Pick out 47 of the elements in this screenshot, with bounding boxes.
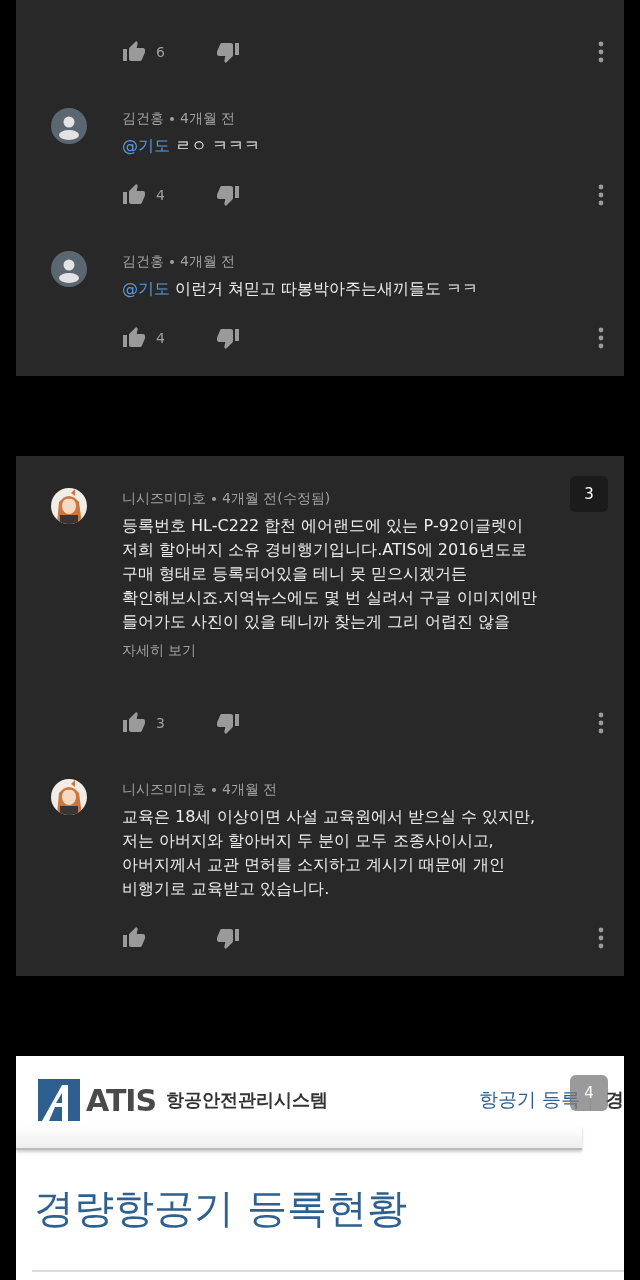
avatar-icon bbox=[51, 251, 87, 287]
system-name: 항공안전관리시스템 bbox=[166, 1088, 329, 1112]
like-count: 4 bbox=[155, 187, 166, 203]
more-options-icon[interactable] bbox=[598, 927, 604, 949]
like-button[interactable] bbox=[122, 326, 146, 350]
more-options-icon[interactable] bbox=[598, 184, 604, 206]
dislike-button[interactable] bbox=[216, 40, 240, 64]
more-options-icon[interactable] bbox=[598, 41, 604, 63]
mention-link[interactable]: @기도 bbox=[122, 279, 170, 298]
like-count: 3 bbox=[155, 715, 166, 731]
like-count: 4 bbox=[155, 330, 166, 346]
comment-text: 교육은 18세 이상이면 사설 교육원에서 받으실 수 있지만, 저는 아버지와 할아버지 두 분이 모두 조종사이시고, 아버지께서 교관 면허를 소지하고 계시기 때문에 개인 비행기로 교육받고 있습니다. bbox=[122, 806, 537, 900]
comment-text: @기도 ㄹㅇ ㅋㅋㅋ bbox=[122, 135, 262, 157]
author-name[interactable]: 김건홍 bbox=[122, 253, 164, 271]
comment-time: 4개월 전 bbox=[180, 253, 236, 271]
like-button[interactable] bbox=[122, 926, 146, 950]
read-more-link[interactable]: 자세히 보기 bbox=[122, 638, 197, 662]
separator-dot bbox=[212, 788, 216, 792]
mention-link[interactable]: @기도 bbox=[122, 136, 170, 155]
like-button[interactable] bbox=[122, 711, 146, 735]
more-options-icon[interactable] bbox=[598, 712, 604, 734]
logo-icon bbox=[38, 1079, 80, 1121]
comment-time: 4개월 전 bbox=[180, 110, 236, 128]
comment-text: 등록번호 HL-C222 합천 에어랜드에 있는 P-92이글렛이 저희 할아버지 소유 경비행기입니다.ATIS에 2016년도로 구매 형태로 등록되어있을 테니 못 믿으시겠거든 확인해보시죠.지역뉴스에도 몇 번 실려서 구글 이미지에만 들어가도 사진이 있을 테니까 찾는게 그리 어렵진 않을 bbox=[122, 515, 538, 633]
comment-time: 4개월 전 bbox=[222, 781, 278, 799]
more-options-icon[interactable] bbox=[598, 327, 604, 349]
like-button[interactable] bbox=[122, 183, 146, 207]
logo-text: ATIS bbox=[86, 1082, 157, 1118]
like-count: 6 bbox=[155, 44, 166, 60]
dislike-button[interactable] bbox=[216, 926, 240, 950]
author-name[interactable]: 니시즈미미호 bbox=[122, 781, 206, 799]
separator-dot bbox=[212, 497, 216, 501]
author-name[interactable]: 니시즈미미호 bbox=[122, 490, 206, 508]
separator-dot bbox=[170, 260, 174, 264]
nav-link[interactable]: 항공기 등록 bbox=[478, 1087, 580, 1113]
like-button[interactable] bbox=[122, 40, 146, 64]
avatar-icon bbox=[51, 108, 87, 144]
page-badge: 3 bbox=[570, 476, 608, 512]
dislike-button[interactable] bbox=[216, 711, 240, 735]
separator-dot bbox=[170, 117, 174, 121]
dislike-button[interactable] bbox=[216, 183, 240, 207]
page-heading: 경량항공기 등록현황 bbox=[34, 1184, 408, 1233]
comment-text: @기도 이런거 쳐믿고 따봉박아주는새끼들도 ㅋㅋ bbox=[122, 278, 480, 300]
dislike-button[interactable] bbox=[216, 326, 240, 350]
comment-time: 4개월 전(수정됨) bbox=[222, 490, 331, 508]
author-name[interactable]: 김건홍 bbox=[122, 110, 164, 128]
nav-link[interactable]: 경 bbox=[605, 1087, 624, 1113]
